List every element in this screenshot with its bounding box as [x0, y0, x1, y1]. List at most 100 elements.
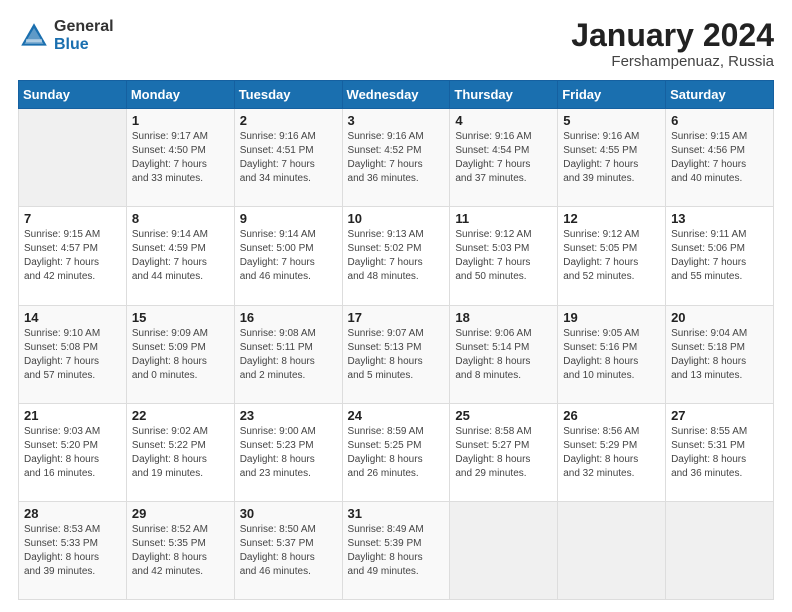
day-number: 2 [240, 113, 337, 128]
day-info: Sunrise: 9:00 AM Sunset: 5:23 PM Dayligh… [240, 425, 337, 481]
table-row: 19Sunrise: 9:05 AM Sunset: 5:16 PM Dayli… [558, 305, 666, 403]
col-friday: Friday [558, 81, 666, 109]
table-row: 1 Sunrise: 9:17 AM Sunset: 4:50 PM Daylig… [126, 109, 234, 207]
day-number: 9 [240, 211, 337, 226]
day-number: 30 [240, 506, 337, 521]
table-row: 12Sunrise: 9:12 AM Sunset: 5:05 PM Dayli… [558, 207, 666, 305]
day-number: 7 [24, 211, 121, 226]
table-row: 6Sunrise: 9:15 AM Sunset: 4:56 PM Daylig… [666, 109, 774, 207]
day-number: 12 [563, 211, 660, 226]
table-row: 22 Sunrise: 9:02 AM Sunset: 5:22 PM Dayli… [126, 403, 234, 501]
table-row: 31 Sunrise: 8:49 AM Sunset: 5:39 PM Dayli… [342, 501, 450, 599]
day-number: 3 [348, 113, 445, 128]
day-info: Sunrise: 9:16 AM Sunset: 4:55 PM Dayligh… [563, 130, 660, 186]
col-tuesday: Tuesday [234, 81, 342, 109]
table-row: 9 Sunrise: 9:14 AM Sunset: 5:00 PM Daylig… [234, 207, 342, 305]
logo-text: General Blue [54, 18, 114, 53]
calendar-table: Sunday Monday Tuesday Wednesday Thursday… [18, 80, 774, 600]
table-row: 13 Sunrise: 9:11 AM Sunset: 5:06 PM Dayli… [666, 207, 774, 305]
table-row [450, 501, 558, 599]
day-info: Sunrise: 9:14 AM Sunset: 4:59 PM Dayligh… [132, 228, 229, 284]
day-number: 24 [348, 408, 445, 423]
day-number: 27 [671, 408, 768, 423]
day-number: 15 [132, 310, 229, 325]
day-number: 29 [132, 506, 229, 521]
day-number: 31 [348, 506, 445, 521]
table-row: 4 Sunrise: 9:16 AM Sunset: 4:54 PM Daylig… [450, 109, 558, 207]
day-number: 28 [24, 506, 121, 521]
calendar-week-row: 21 Sunrise: 9:03 AM Sunset: 5:20 PM Dayli… [19, 403, 774, 501]
table-row: 26Sunrise: 8:56 AM Sunset: 5:29 PM Dayli… [558, 403, 666, 501]
day-number: 14 [24, 310, 121, 325]
day-info: Sunrise: 9:03 AM Sunset: 5:20 PM Dayligh… [24, 425, 121, 481]
day-number: 13 [671, 211, 768, 226]
day-info: Sunrise: 8:53 AM Sunset: 5:33 PM Dayligh… [24, 523, 121, 579]
table-row: 7Sunrise: 9:15 AM Sunset: 4:57 PM Daylig… [19, 207, 127, 305]
table-row: 11Sunrise: 9:12 AM Sunset: 5:03 PM Dayli… [450, 207, 558, 305]
calendar-week-row: 1 Sunrise: 9:17 AM Sunset: 4:50 PM Daylig… [19, 109, 774, 207]
col-thursday: Thursday [450, 81, 558, 109]
day-number: 1 [132, 113, 229, 128]
day-info: Sunrise: 9:16 AM Sunset: 4:51 PM Dayligh… [240, 130, 337, 186]
day-info: Sunrise: 9:05 AM Sunset: 5:16 PM Dayligh… [563, 327, 660, 383]
day-number: 4 [455, 113, 552, 128]
col-sunday: Sunday [19, 81, 127, 109]
day-info: Sunrise: 9:13 AM Sunset: 5:02 PM Dayligh… [348, 228, 445, 284]
table-row: 18 Sunrise: 9:06 AM Sunset: 5:14 PM Dayli… [450, 305, 558, 403]
table-row: 29 Sunrise: 8:52 AM Sunset: 5:35 PM Dayli… [126, 501, 234, 599]
table-row: 28 Sunrise: 8:53 AM Sunset: 5:33 PM Dayli… [19, 501, 127, 599]
day-info: Sunrise: 8:58 AM Sunset: 5:27 PM Dayligh… [455, 425, 552, 481]
table-row [19, 109, 127, 207]
day-info: Sunrise: 8:52 AM Sunset: 5:35 PM Dayligh… [132, 523, 229, 579]
day-info: Sunrise: 9:16 AM Sunset: 4:54 PM Dayligh… [455, 130, 552, 186]
header: General Blue January 2024 Fershampenuaz,… [18, 18, 774, 70]
day-number: 5 [563, 113, 660, 128]
day-number: 18 [455, 310, 552, 325]
day-number: 20 [671, 310, 768, 325]
day-number: 6 [671, 113, 768, 128]
day-info: Sunrise: 9:11 AM Sunset: 5:06 PM Dayligh… [671, 228, 768, 284]
col-monday: Monday [126, 81, 234, 109]
day-info: Sunrise: 9:17 AM Sunset: 4:50 PM Dayligh… [132, 130, 229, 186]
day-info: Sunrise: 9:07 AM Sunset: 5:13 PM Dayligh… [348, 327, 445, 383]
main-title: January 2024 [571, 18, 774, 53]
logo-blue: Blue [54, 36, 114, 54]
table-row: 3 Sunrise: 9:16 AM Sunset: 4:52 PM Daylig… [342, 109, 450, 207]
day-info: Sunrise: 8:55 AM Sunset: 5:31 PM Dayligh… [671, 425, 768, 481]
day-info: Sunrise: 9:16 AM Sunset: 4:52 PM Dayligh… [348, 130, 445, 186]
day-info: Sunrise: 9:06 AM Sunset: 5:14 PM Dayligh… [455, 327, 552, 383]
day-info: Sunrise: 9:14 AM Sunset: 5:00 PM Dayligh… [240, 228, 337, 284]
day-info: Sunrise: 9:02 AM Sunset: 5:22 PM Dayligh… [132, 425, 229, 481]
table-row: 10 Sunrise: 9:13 AM Sunset: 5:02 PM Dayli… [342, 207, 450, 305]
day-info: Sunrise: 8:59 AM Sunset: 5:25 PM Dayligh… [348, 425, 445, 481]
day-number: 16 [240, 310, 337, 325]
logo-icon [18, 20, 50, 52]
table-row: 21 Sunrise: 9:03 AM Sunset: 5:20 PM Dayli… [19, 403, 127, 501]
table-row: 8 Sunrise: 9:14 AM Sunset: 4:59 PM Daylig… [126, 207, 234, 305]
day-number: 21 [24, 408, 121, 423]
table-row: 23 Sunrise: 9:00 AM Sunset: 5:23 PM Dayli… [234, 403, 342, 501]
day-info: Sunrise: 9:12 AM Sunset: 5:03 PM Dayligh… [455, 228, 552, 284]
table-row: 2 Sunrise: 9:16 AM Sunset: 4:51 PM Daylig… [234, 109, 342, 207]
logo-general: General [54, 18, 114, 36]
day-number: 8 [132, 211, 229, 226]
calendar-week-row: 7Sunrise: 9:15 AM Sunset: 4:57 PM Daylig… [19, 207, 774, 305]
day-info: Sunrise: 8:56 AM Sunset: 5:29 PM Dayligh… [563, 425, 660, 481]
day-info: Sunrise: 8:49 AM Sunset: 5:39 PM Dayligh… [348, 523, 445, 579]
day-info: Sunrise: 9:04 AM Sunset: 5:18 PM Dayligh… [671, 327, 768, 383]
calendar-week-row: 14 Sunrise: 9:10 AM Sunset: 5:08 PM Dayli… [19, 305, 774, 403]
day-info: Sunrise: 9:08 AM Sunset: 5:11 PM Dayligh… [240, 327, 337, 383]
table-row: 24 Sunrise: 8:59 AM Sunset: 5:25 PM Dayli… [342, 403, 450, 501]
table-row: 25Sunrise: 8:58 AM Sunset: 5:27 PM Dayli… [450, 403, 558, 501]
table-row [558, 501, 666, 599]
calendar-week-row: 28 Sunrise: 8:53 AM Sunset: 5:33 PM Dayli… [19, 501, 774, 599]
day-number: 10 [348, 211, 445, 226]
day-info: Sunrise: 9:10 AM Sunset: 5:08 PM Dayligh… [24, 327, 121, 383]
day-info: Sunrise: 8:50 AM Sunset: 5:37 PM Dayligh… [240, 523, 337, 579]
col-saturday: Saturday [666, 81, 774, 109]
day-number: 23 [240, 408, 337, 423]
table-row: 5 Sunrise: 9:16 AM Sunset: 4:55 PM Daylig… [558, 109, 666, 207]
calendar-header-row: Sunday Monday Tuesday Wednesday Thursday… [19, 81, 774, 109]
day-number: 22 [132, 408, 229, 423]
page: General Blue January 2024 Fershampenuaz,… [0, 0, 792, 612]
